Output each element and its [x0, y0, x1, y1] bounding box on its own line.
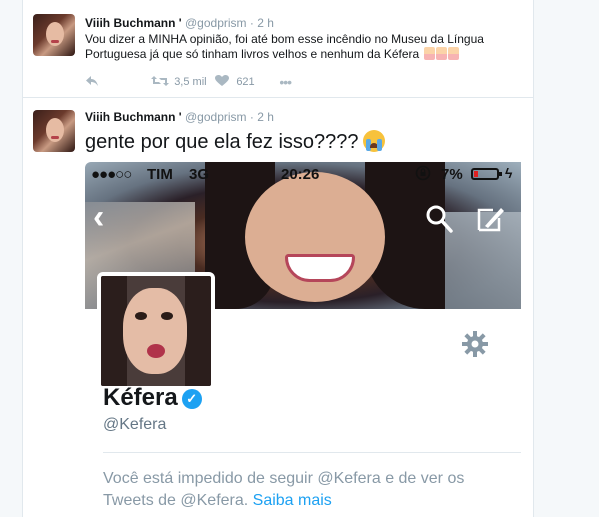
author-handle[interactable]: @godprism [185, 16, 247, 30]
charging-icon: ϟ [505, 165, 513, 181]
battery-percent: 7% [441, 166, 463, 183]
retweet-icon[interactable] [151, 75, 171, 90]
verified-badge-icon: ✓ [181, 389, 202, 409]
separator: · [249, 16, 254, 30]
learn-more-link[interactable]: Saiba mais [253, 492, 332, 509]
tweet-text: Vou dizer a MINHA opinião, foi até bom e… [85, 32, 525, 62]
tweet-header: Viiih Buchmann ' @godprism · 2 h [85, 110, 274, 124]
carrier-name: TIM [147, 166, 173, 183]
tweet-text: gente por que ela fez isso???? [85, 130, 385, 154]
heart-icon[interactable] [215, 74, 233, 90]
search-icon[interactable] [425, 204, 453, 234]
separator: · [249, 110, 254, 124]
profile-avatar[interactable] [97, 272, 215, 390]
emoji-icon [447, 47, 459, 60]
tweet[interactable]: Viiih Buchmann ' @godprism · 2 h Vou diz… [23, 0, 533, 98]
timestamp[interactable]: 2 h [257, 16, 274, 30]
blocked-notice: Você está impedido de seguir @Kefera e d… [103, 468, 513, 512]
tweet[interactable]: Viiih Buchmann ' @godprism · 2 h gente p… [23, 98, 533, 517]
tweet-text-body: gente por que ela fez isso???? [85, 131, 359, 153]
back-chevron-icon[interactable]: ‹ [93, 200, 104, 234]
author-handle[interactable]: @godprism [185, 110, 247, 124]
phone-status-bar: ●●●○○ TIM 3G 20:26 7% ϟ [85, 162, 521, 186]
more-icon[interactable]: ••• [279, 74, 292, 90]
battery-icon [471, 168, 502, 180]
avatar[interactable] [33, 110, 75, 152]
author-name[interactable]: Viiih Buchmann ' [85, 16, 182, 30]
rotation-lock-icon [415, 165, 431, 185]
crying-emoji-icon [362, 130, 385, 152]
emoji-icon [423, 47, 435, 60]
emoji-icon [435, 47, 447, 60]
signal-strength: ●●●○○ [91, 166, 132, 183]
compose-icon[interactable] [475, 204, 507, 234]
timeline: Viiih Buchmann ' @godprism · 2 h Vou diz… [22, 0, 534, 517]
phone-clock: 20:26 [281, 166, 320, 183]
tweet-media-image[interactable]: ●●●○○ TIM 3G 20:26 7% ϟ ‹ Kéfera ✓ @Kefe… [85, 162, 521, 517]
network-type: 3G [189, 166, 210, 183]
profile-handle: @Kefera [103, 416, 167, 433]
divider [103, 452, 521, 453]
tweet-actions: 3,5 mil 621 ••• [85, 74, 292, 90]
retweet-count: 3,5 mil [174, 76, 207, 88]
avatar[interactable] [33, 14, 75, 56]
tweet-header: Viiih Buchmann ' @godprism · 2 h [85, 16, 274, 30]
author-name[interactable]: Viiih Buchmann ' [85, 110, 182, 124]
profile-name: Kéfera ✓ [103, 384, 202, 412]
gear-icon[interactable] [461, 330, 489, 358]
profile-name-text: Kéfera [103, 384, 178, 411]
reply-icon[interactable] [85, 75, 101, 90]
timestamp[interactable]: 2 h [257, 110, 274, 124]
like-count: 621 [236, 76, 255, 88]
